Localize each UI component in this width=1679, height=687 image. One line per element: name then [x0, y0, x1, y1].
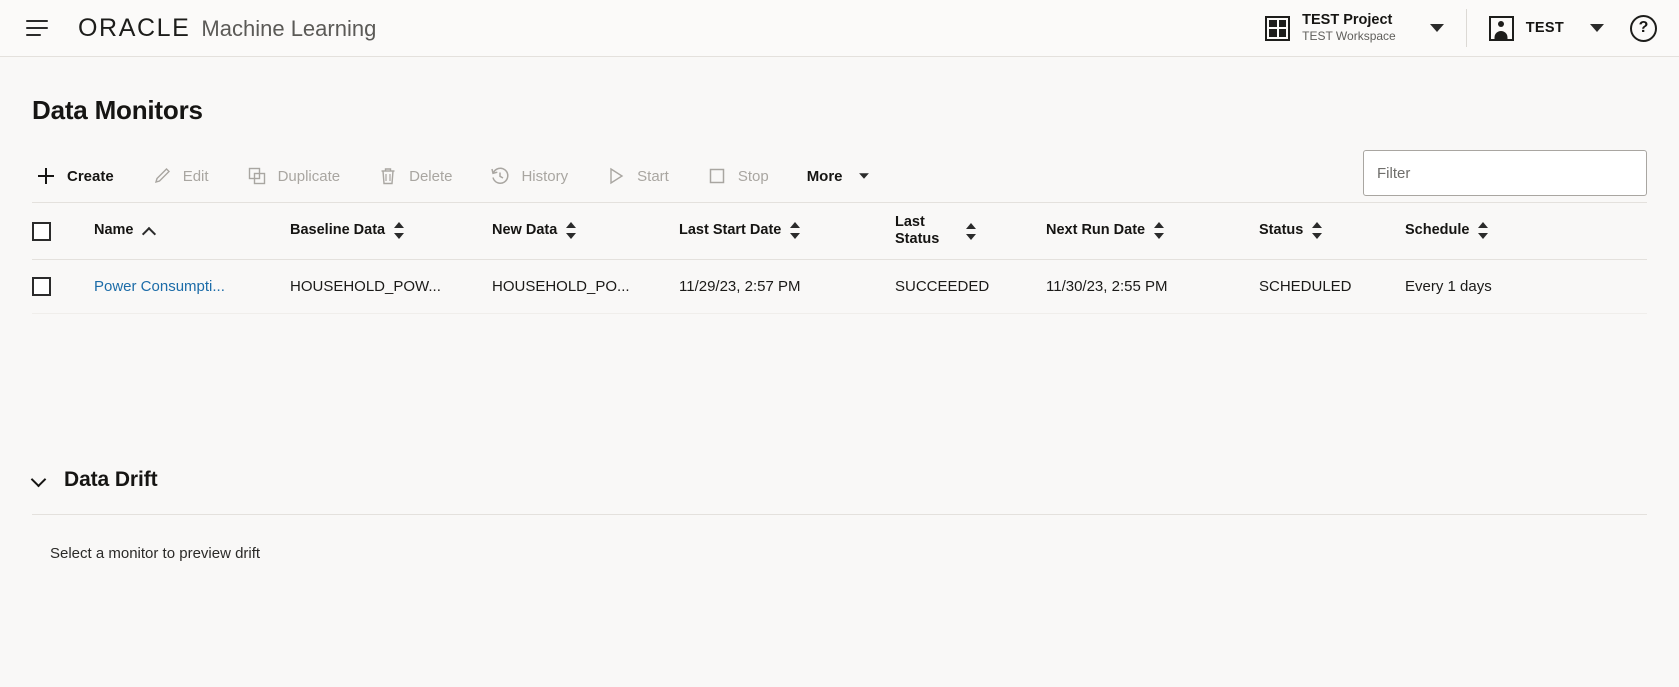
- hamburger-menu-icon[interactable]: [26, 15, 52, 41]
- project-labels: TEST Project TEST Workspace: [1302, 12, 1396, 43]
- history-button[interactable]: History: [486, 160, 572, 192]
- column-label: Last Status: [895, 213, 940, 247]
- sort-both-icon[interactable]: [1154, 222, 1165, 240]
- column-header-last-status[interactable]: Last Status: [895, 202, 1046, 260]
- stop-label: Stop: [737, 167, 769, 185]
- cell-filler: [1526, 259, 1647, 314]
- column-label: Schedule: [1405, 222, 1470, 239]
- column-header-status[interactable]: Status: [1259, 202, 1405, 260]
- create-label: Create: [67, 167, 114, 185]
- data-drift-body: Select a monitor to preview drift: [32, 514, 1647, 562]
- delete-label: Delete: [409, 167, 453, 185]
- help-circle-icon[interactable]: ?: [1630, 14, 1657, 42]
- project-name: TEST Project: [1302, 12, 1393, 29]
- column-header-last-start-date[interactable]: Last Start Date: [679, 202, 895, 260]
- copy-icon: [248, 167, 265, 185]
- duplicate-button[interactable]: Duplicate: [243, 160, 345, 192]
- start-label: Start: [637, 167, 669, 185]
- sort-both-icon[interactable]: [394, 222, 405, 240]
- trash-icon: [381, 168, 395, 185]
- edit-button[interactable]: Edit: [148, 160, 213, 192]
- select-all-header: [32, 202, 94, 260]
- column-header-new-data[interactable]: New Data: [492, 202, 679, 260]
- clock-history-icon: [491, 167, 509, 184]
- column-header-next-run-date[interactable]: Next Run Date: [1046, 202, 1259, 260]
- action-toolbar: Create Edit Duplicate Delete History Sta…: [32, 150, 1647, 202]
- start-button[interactable]: Start: [602, 160, 673, 192]
- hamburger-line: [26, 34, 41, 36]
- product-name: Machine Learning: [201, 15, 377, 41]
- sort-both-icon[interactable]: [566, 222, 577, 240]
- hamburger-line: [26, 20, 48, 22]
- stop-square-icon: [709, 168, 725, 184]
- cell-new-data: HOUSEHOLD_PO...: [492, 259, 679, 314]
- table-header-row: Name Baseline Data New Data Last Start D…: [32, 202, 1647, 260]
- cell-last-status: SUCCEEDED: [895, 259, 1046, 314]
- help-glyph: ?: [1638, 19, 1649, 36]
- filter-container: [1363, 150, 1647, 196]
- delete-button[interactable]: Delete: [374, 160, 456, 192]
- data-drift-toggle[interactable]: Data Drift: [32, 468, 1647, 514]
- filter-input[interactable]: [1363, 150, 1647, 196]
- sort-both-icon[interactable]: [1478, 222, 1489, 240]
- column-label: Status: [1259, 222, 1304, 239]
- project-workspace: TEST Workspace: [1302, 28, 1396, 43]
- oracle-wordmark: ORACLE: [78, 13, 191, 42]
- data-drift-section: Data Drift Select a monitor to preview d…: [32, 468, 1647, 562]
- chevron-down-icon[interactable]: [32, 474, 48, 486]
- column-header-filler: [1526, 202, 1647, 260]
- grid-icon: [1265, 15, 1291, 41]
- page-title: Data Monitors: [32, 95, 203, 125]
- user-chevron-down-icon[interactable]: [1590, 24, 1604, 32]
- sort-ascending-icon[interactable]: [143, 226, 156, 236]
- column-header-schedule[interactable]: Schedule: [1405, 202, 1526, 260]
- person-icon: [1488, 15, 1514, 41]
- user-menu[interactable]: TEST: [1488, 15, 1564, 41]
- data-monitors-table: Name Baseline Data New Data Last Start D…: [32, 202, 1647, 314]
- brand-logo: ORACLE Machine Learning: [78, 14, 376, 43]
- pencil-icon: [154, 168, 170, 184]
- edit-label: Edit: [182, 167, 209, 185]
- data-drift-empty-message: Select a monitor to preview drift: [50, 545, 261, 562]
- select-all-checkbox[interactable]: [32, 221, 51, 241]
- plus-icon: [38, 168, 54, 184]
- row-select-cell: [32, 259, 94, 314]
- more-label: More: [806, 167, 843, 185]
- sort-both-icon[interactable]: [790, 222, 801, 240]
- cell-last-start-date: 11/29/23, 2:57 PM: [679, 259, 895, 314]
- cell-baseline-data: HOUSEHOLD_POW...: [290, 259, 492, 314]
- create-button[interactable]: Create: [32, 160, 118, 192]
- row-checkbox[interactable]: [32, 277, 51, 296]
- user-name: TEST: [1525, 20, 1564, 36]
- stop-button[interactable]: Stop: [703, 160, 773, 192]
- table-row[interactable]: Power Consumpti... HOUSEHOLD_POW... HOUS…: [32, 259, 1647, 314]
- cell-name: Power Consumpti...: [94, 259, 290, 314]
- project-selector[interactable]: TEST Project TEST Workspace: [1265, 12, 1404, 43]
- hamburger-line: [26, 27, 48, 29]
- topbar-divider: [1465, 9, 1467, 47]
- top-navigation-bar: ORACLE Machine Learning TEST Project TES…: [0, 0, 1679, 57]
- page-content: Data Monitors Create Edit Duplicate Dele…: [0, 95, 1679, 562]
- sort-both-icon[interactable]: [1312, 222, 1323, 240]
- play-icon: [610, 167, 624, 185]
- data-drift-title: Data Drift: [64, 468, 158, 491]
- column-header-name[interactable]: Name: [94, 202, 290, 260]
- duplicate-label: Duplicate: [277, 167, 341, 185]
- column-label: New Data: [492, 222, 558, 239]
- sort-both-icon[interactable]: [966, 222, 977, 240]
- more-button[interactable]: More: [803, 162, 875, 191]
- history-label: History: [521, 167, 569, 185]
- column-label: Name: [94, 222, 134, 239]
- cell-status: SCHEDULED: [1259, 259, 1405, 314]
- column-header-baseline-data[interactable]: Baseline Data: [290, 202, 492, 260]
- project-chevron-down-icon[interactable]: [1429, 24, 1444, 32]
- cell-schedule: Every 1 days: [1405, 259, 1526, 314]
- column-label: Next Run Date: [1046, 222, 1146, 239]
- cell-next-run-date: 11/30/23, 2:55 PM: [1046, 259, 1259, 314]
- column-label: Baseline Data: [290, 222, 386, 239]
- caret-down-icon: [858, 173, 869, 179]
- column-label: Last Start Date: [679, 222, 782, 239]
- monitor-name-link[interactable]: Power Consumpti...: [94, 278, 225, 295]
